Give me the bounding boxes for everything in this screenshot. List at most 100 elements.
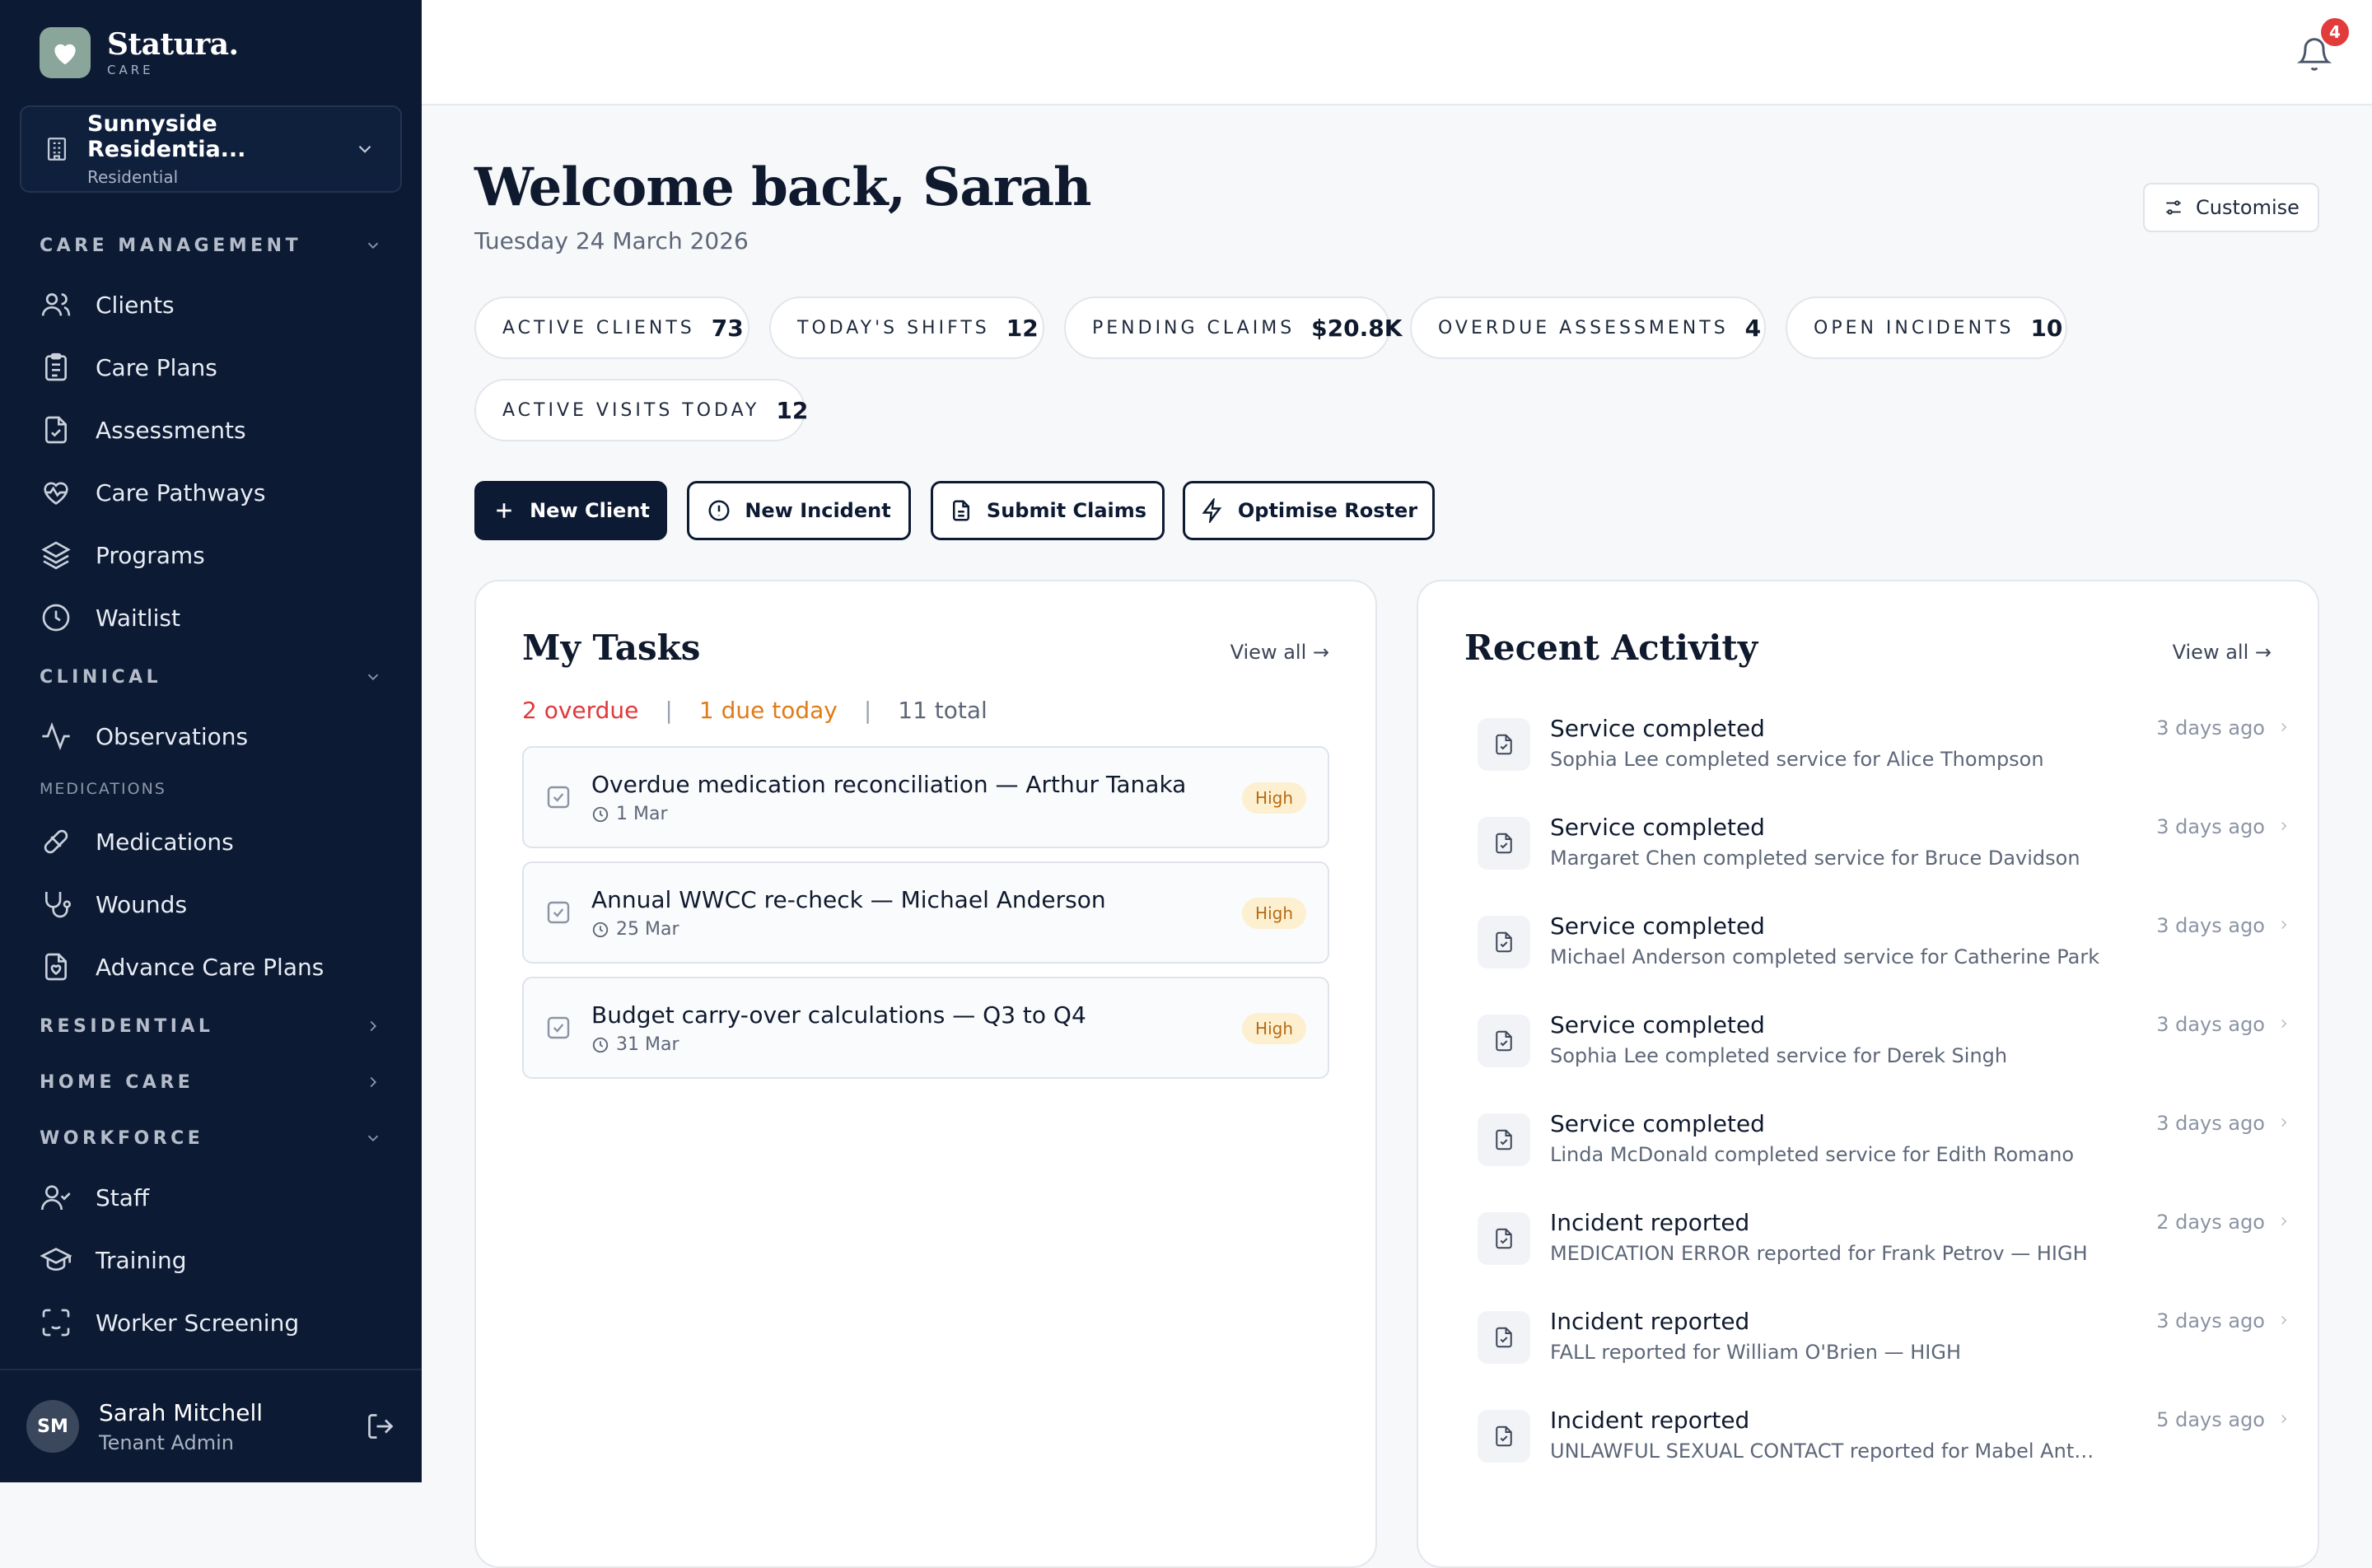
priority-badge: High (1242, 898, 1306, 929)
chevron-right-icon (2281, 1216, 2287, 1226)
checkbox-icon[interactable] (545, 1015, 572, 1041)
activity-item[interactable]: Service completed Sophia Lee completed s… (1478, 1003, 2301, 1102)
card-title: My Tasks (522, 628, 701, 668)
nav-section-clinical[interactable]: CLINICAL (0, 649, 422, 705)
activity-description: UNLAWFUL SEXUAL CONTACT reported for Mab… (1550, 1440, 2102, 1463)
sidebar-item-advance-care-plans[interactable]: Advance Care Plans (0, 936, 422, 998)
sidebar-item-clients[interactable]: Clients (0, 273, 422, 336)
sidebar-item-worker-screening[interactable]: Worker Screening (0, 1291, 422, 1354)
task-item[interactable]: Annual WWCC re-check — Michael Anderson … (522, 861, 1329, 964)
chevron-right-icon (2281, 821, 2287, 831)
stat-pending-claims[interactable]: PENDING CLAIMS $20.8K (1064, 296, 1402, 359)
nav-section-home-care[interactable]: HOME CARE (0, 1054, 422, 1110)
sidebar-item-programs[interactable]: Programs (0, 524, 422, 586)
activity-item[interactable]: Incident reported UNLAWFUL SEXUAL CONTAC… (1478, 1398, 2301, 1497)
customise-button[interactable]: Customise (2143, 183, 2319, 232)
activity-description: Sophia Lee completed service for Derek S… (1550, 1044, 2008, 1067)
task-date: 25 Mar (591, 919, 679, 940)
sidebar-item-observations[interactable]: Observations (0, 705, 422, 768)
sidebar-item-label: Medications (96, 828, 234, 856)
priority-badge: High (1242, 782, 1306, 814)
file-text-icon (952, 500, 969, 521)
activity-time: 3 days ago (2156, 914, 2265, 937)
activity-item[interactable]: Incident reported MEDICATION ERROR repor… (1478, 1201, 2301, 1300)
sidebar-item-waitlist[interactable]: Waitlist (0, 586, 422, 649)
stat-value: 10 (2030, 314, 2063, 342)
activity-title: Service completed (1550, 715, 1765, 742)
user-profile[interactable]: SM Sarah Mitchell Tenant Admin (0, 1369, 422, 1482)
divider: | (863, 697, 872, 724)
stat-active-visits-today[interactable]: ACTIVE VISITS TODAY 12 (474, 379, 808, 441)
chevron-right-icon (2281, 1019, 2287, 1029)
activity-item[interactable]: Incident reported FALL reported for Will… (1478, 1300, 2301, 1398)
sidebar-item-care-plans[interactable]: Care Plans (0, 336, 422, 399)
nav-section-label: WORKFORCE (40, 1127, 204, 1149)
file-check-icon (1478, 1212, 1530, 1265)
brand-logo[interactable]: Statura. CARE (40, 27, 239, 78)
sidebar-item-medications[interactable]: Medications (0, 810, 422, 873)
sliders-icon (2166, 200, 2181, 215)
nav-section-label: CLINICAL (40, 666, 162, 688)
clipboard-icon (45, 352, 67, 381)
stat-overdue-assessments[interactable]: OVERDUE ASSESSMENTS 4 (1410, 296, 1766, 359)
task-date-text: 31 Mar (616, 1034, 679, 1055)
sidebar-item-label: Programs (96, 541, 205, 569)
nav-section-workforce[interactable]: WORKFORCE (0, 1110, 422, 1166)
stat-active-clients[interactable]: ACTIVE CLIENTS 73 (474, 296, 749, 359)
my-tasks-card: My Tasks View all → 2 overdue | 1 due to… (474, 580, 1377, 1568)
graduation-cap-icon (40, 1248, 72, 1272)
checkbox-icon[interactable] (545, 899, 572, 926)
sidebar-nav: CARE MANAGEMENT Clients Care Plans Asses… (0, 217, 422, 1354)
stat-value: 73 (711, 314, 744, 342)
task-item[interactable]: Overdue medication reconciliation — Arth… (522, 746, 1329, 848)
activity-description: Linda McDonald completed service for Edi… (1550, 1143, 2075, 1166)
sidebar-item-staff[interactable]: Staff (0, 1166, 422, 1229)
tenant-switcher[interactable]: Sunnyside Residentia... Residential (20, 105, 402, 193)
lightning-icon (1202, 498, 1222, 523)
activity-item[interactable]: Service completed Margaret Chen complete… (1478, 805, 2301, 904)
view-all-tasks-link[interactable]: View all → (1230, 641, 1329, 664)
button-label: New Client (530, 499, 650, 522)
clock-icon (592, 806, 609, 822)
sidebar-item-care-pathways[interactable]: Care Pathways (0, 461, 422, 524)
activity-item[interactable]: Service completed Linda McDonald complet… (1478, 1102, 2301, 1201)
activity-title: Incident reported (1550, 1209, 1750, 1236)
submit-claims-button[interactable]: Submit Claims (931, 481, 1165, 540)
clock-icon (42, 604, 70, 632)
due-today-count[interactable]: 1 due today (699, 697, 838, 724)
file-check-icon (1478, 916, 1530, 968)
building-icon (47, 138, 67, 161)
nav-section-residential[interactable]: RESIDENTIAL (0, 998, 422, 1054)
nav-section-label: RESIDENTIAL (40, 1015, 214, 1037)
card-title: Recent Activity (1464, 628, 1758, 668)
stat-label: ACTIVE VISITS TODAY (502, 399, 760, 421)
sidebar-item-wounds[interactable]: Wounds (0, 873, 422, 936)
overdue-count[interactable]: 2 overdue (522, 697, 638, 724)
checkbox-icon[interactable] (545, 784, 572, 810)
logout-icon[interactable] (366, 1412, 395, 1441)
view-all-activity-link[interactable]: View all → (2173, 641, 2272, 664)
file-check-icon (1478, 1015, 1530, 1067)
activity-title: Service completed (1550, 814, 1765, 841)
stat-open-incidents[interactable]: OPEN INCIDENTS 10 (1786, 296, 2067, 359)
task-title: Overdue medication reconciliation — Arth… (591, 771, 1187, 798)
file-check-icon (1478, 1311, 1530, 1364)
sidebar-item-training[interactable]: Training (0, 1229, 422, 1291)
new-client-button[interactable]: New Client (474, 481, 667, 540)
tenant-name: Sunnyside Residentia... (87, 111, 246, 162)
optimise-roster-button[interactable]: Optimise Roster (1183, 481, 1435, 540)
user-check-icon (41, 1185, 71, 1211)
top-bar: 4 (422, 0, 2372, 105)
activity-item[interactable]: Service completed Sophia Lee completed s… (1478, 707, 2301, 805)
new-incident-button[interactable]: New Incident (687, 481, 911, 540)
activity-title: Incident reported (1550, 1407, 1750, 1434)
activity-time: 2 days ago (2156, 1211, 2265, 1234)
chevron-right-icon (2281, 1414, 2287, 1424)
stat-todays-shifts[interactable]: TODAY'S SHIFTS 12 (769, 296, 1044, 359)
nav-section-care-management[interactable]: CARE MANAGEMENT (0, 217, 422, 273)
task-item[interactable]: Budget carry-over calculations — Q3 to Q… (522, 977, 1329, 1079)
activity-item[interactable]: Service completed Michael Anderson compl… (1478, 904, 2301, 1003)
activity-description: Margaret Chen completed service for Bruc… (1550, 847, 2080, 870)
tenant-type: Residential (87, 167, 179, 187)
sidebar-item-assessments[interactable]: Assessments (0, 399, 422, 461)
